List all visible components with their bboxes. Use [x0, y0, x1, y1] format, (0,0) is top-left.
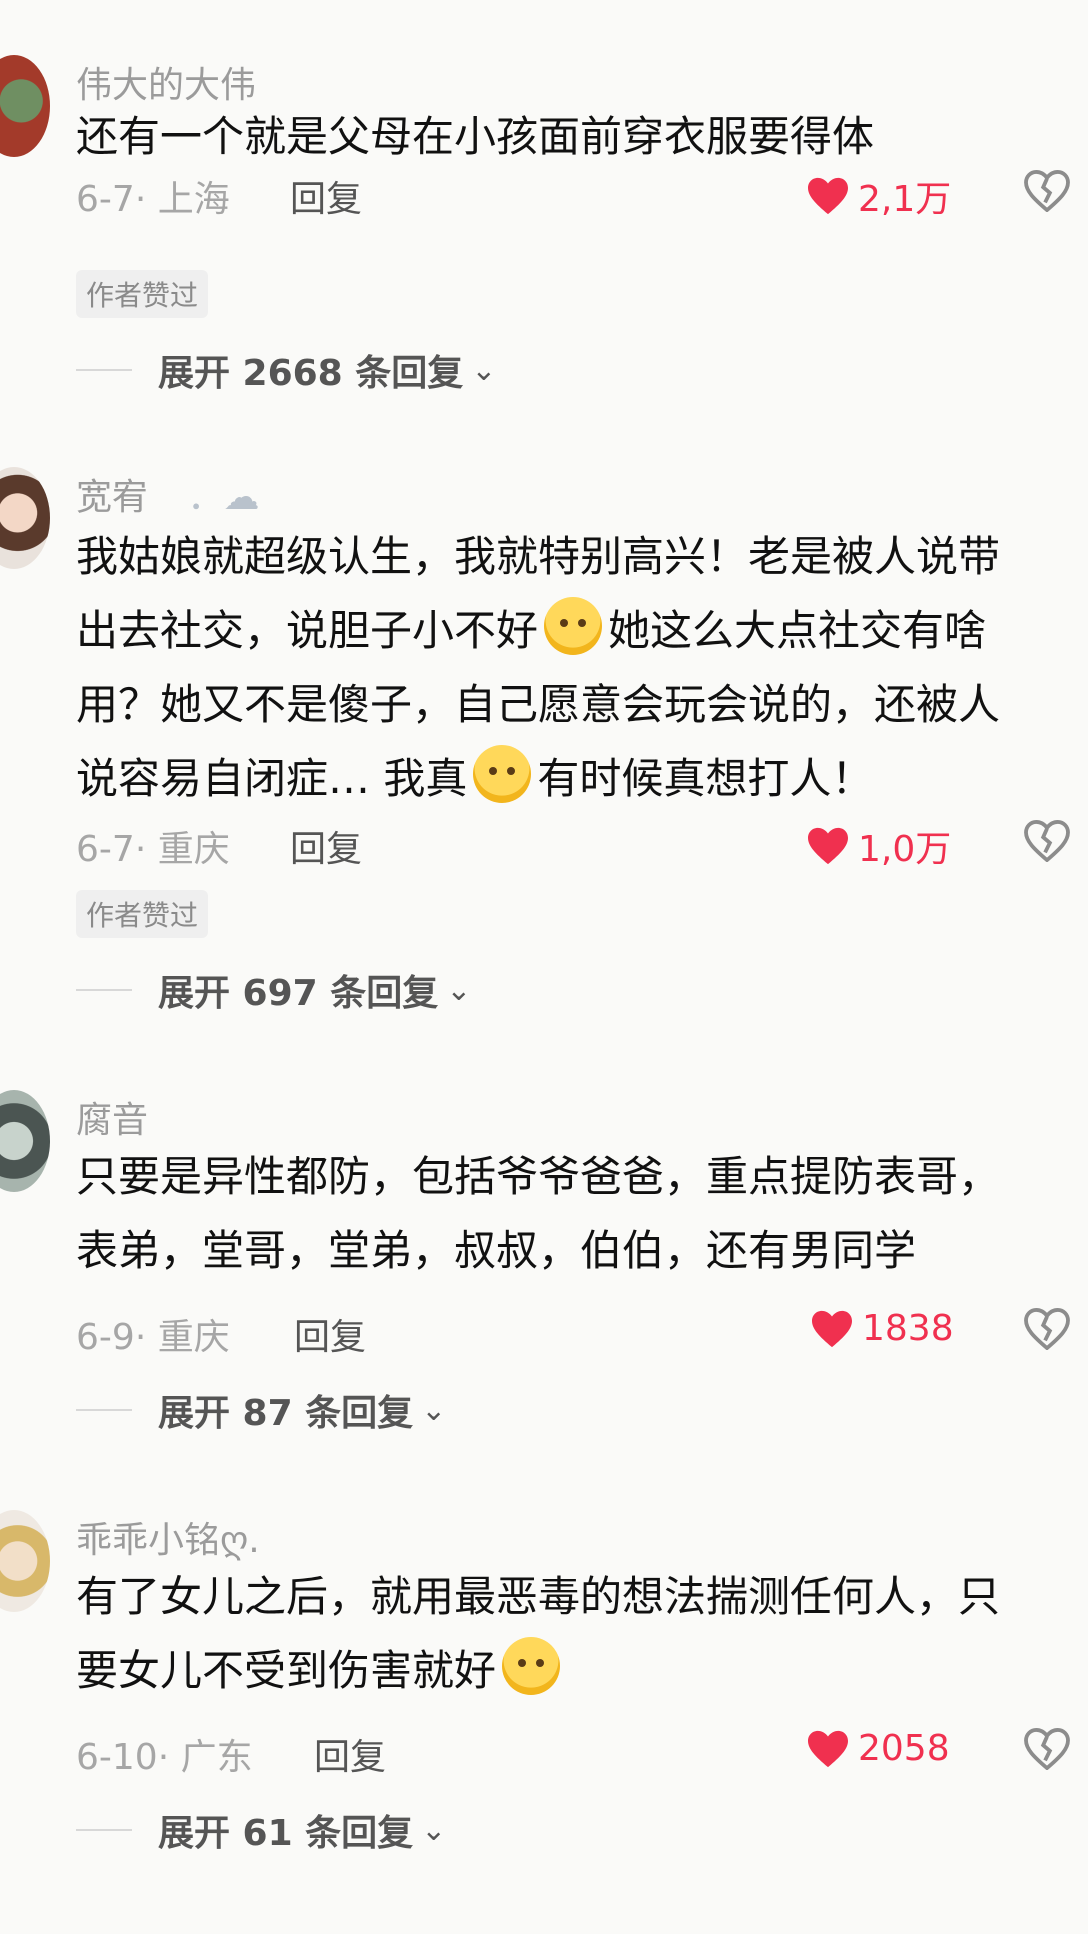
grimace-emoji-icon [473, 745, 532, 803]
like-count: 2,1万 [858, 179, 952, 220]
expand-replies[interactable]: 展开 2668 条回复 ⌄ [76, 344, 496, 396]
comment-meta: 6-7· 上海 [76, 179, 230, 220]
expand-replies-label: 展开 87 条回复 [158, 1393, 414, 1434]
avatar[interactable] [0, 1090, 50, 1192]
expand-replies[interactable]: 展开 87 条回复 ⌄ [76, 1384, 446, 1436]
comment-location: 重庆 [157, 829, 230, 870]
comment-text: 我姑娘就超级认生，我就特别高兴！老是被人说带 出去社交，说胆子小不好 她这么大点社… [76, 520, 1066, 816]
username-suffix: ．☁ [187, 477, 260, 518]
like-button[interactable]: 1838 [810, 1308, 954, 1349]
comment-date: 6-9 [76, 1317, 135, 1358]
comment-text-line: 只要是异性都防，包括爷爷爸爸，重点提防表哥， [76, 1152, 1001, 1201]
divider [76, 1409, 132, 1411]
comment-text-line: 出去社交，说胆子小不好 她这么大点社交有啥 [76, 594, 1066, 668]
avatar[interactable] [0, 55, 50, 157]
username-text: 宽宥 [76, 477, 149, 518]
like-button[interactable]: 2,1万 [806, 170, 951, 222]
heart-icon [808, 1730, 848, 1767]
expand-replies-label: 展开 697 条回复 [158, 973, 439, 1014]
smiley-emoji-icon [544, 597, 603, 655]
expand-replies[interactable]: 展开 61 条回复 ⌄ [76, 1804, 446, 1856]
comment-date: 6-7 [76, 829, 135, 870]
username[interactable]: 宽宥 ．☁ [76, 468, 259, 520]
broken-heart-icon[interactable] [1024, 1308, 1070, 1350]
chevron-down-icon: ⌄ [421, 1812, 447, 1848]
comment-text: 还有一个就是父母在小孩面前穿衣服要得体 [76, 100, 1066, 174]
comment-location: 上海 [157, 179, 230, 220]
comment-location: 重庆 [157, 1317, 230, 1358]
divider [76, 989, 132, 991]
author-liked-badge: 作者赞过 [76, 890, 209, 938]
username[interactable]: 腐音 [76, 1091, 148, 1143]
crying-emoji-icon [502, 1637, 561, 1695]
heart-icon [808, 827, 848, 865]
comment-text-line: 还有一个就是父母在小孩面前穿衣服要得体 [76, 112, 875, 161]
comment-text-line: 我姑娘就超级认生，我就特别高兴！老是被人说带 [76, 532, 1001, 581]
reply-button[interactable]: 回复 [290, 820, 362, 872]
expand-replies-label: 展开 61 条回复 [158, 1813, 414, 1854]
comment-text-line: 说容易自闭症… 我真 有时候真想打人！ [76, 742, 1066, 816]
chevron-down-icon: ⌄ [446, 972, 472, 1008]
comment-location: 广东 [180, 1737, 253, 1778]
heart-icon [812, 1310, 852, 1347]
reply-button[interactable]: 回复 [314, 1728, 386, 1780]
divider [76, 369, 132, 371]
like-button[interactable]: 1,0万 [806, 820, 951, 872]
chevron-down-icon: ⌄ [421, 1392, 447, 1428]
expand-replies[interactable]: 展开 697 条回复 ⌄ [76, 964, 471, 1016]
avatar[interactable] [0, 467, 50, 569]
like-count: 1,0万 [858, 829, 952, 870]
author-liked-badge: 作者赞过 [76, 270, 209, 318]
broken-heart-icon[interactable] [1024, 1728, 1070, 1770]
heart-icon [808, 177, 848, 215]
comment-text: 只要是异性都防，包括爷爷爸爸，重点提防表哥， 表弟，堂哥，堂弟，叔叔，伯伯，还有… [76, 1140, 1066, 1288]
like-count: 2058 [858, 1728, 950, 1769]
comment-text: 有了女儿之后，就用最恶毒的想法揣测任何人，只 要女儿不受到伤害就好 [76, 1560, 1066, 1708]
chevron-down-icon: ⌄ [471, 352, 497, 388]
broken-heart-icon[interactable] [1024, 170, 1070, 212]
comment-meta: 6-7· 重庆 [76, 829, 230, 870]
comment-text-line: 有了女儿之后，就用最恶毒的想法揣测任何人，只 [76, 1572, 1001, 1621]
expand-replies-label: 展开 2668 条回复 [158, 353, 464, 394]
broken-heart-icon[interactable] [1024, 820, 1070, 862]
comment-date: 6-7 [76, 179, 135, 220]
username[interactable]: 乖乖小铭ღ. [76, 1511, 260, 1563]
reply-button[interactable]: 回复 [294, 1308, 366, 1360]
comment-text-line: 表弟，堂哥，堂弟，叔叔，伯伯，还有男同学 [76, 1226, 917, 1275]
avatar[interactable] [0, 1510, 50, 1612]
comment-date: 6-10 [76, 1737, 158, 1778]
comment-meta: 6-9· 重庆 [76, 1317, 230, 1358]
divider [76, 1829, 132, 1831]
like-button[interactable]: 2058 [806, 1728, 950, 1769]
comment-text-line: 要女儿不受到伤害就好 [76, 1634, 1066, 1708]
comment-text-line: 用？她又不是傻子，自己愿意会玩会说的，还被人 [76, 680, 1001, 729]
reply-button[interactable]: 回复 [290, 170, 362, 222]
like-count: 1838 [862, 1308, 954, 1349]
comment-meta: 6-10· 广东 [76, 1737, 253, 1778]
